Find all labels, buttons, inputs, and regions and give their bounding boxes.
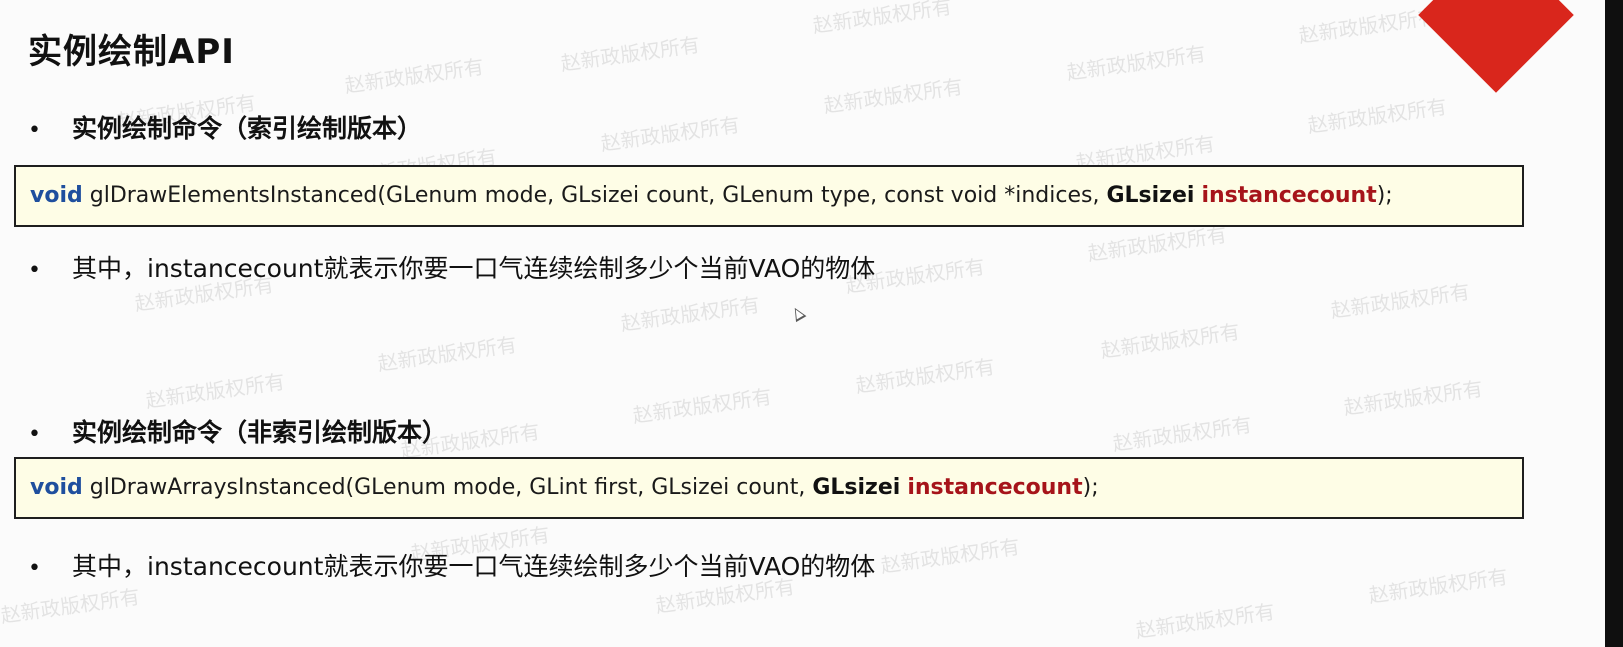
code-keyword: void (30, 183, 83, 208)
section-heading-non-indexed: • 实例绘制命令（非索引绘制版本） (28, 416, 447, 452)
watermark: 赵新政版权所有 (1134, 599, 1277, 643)
watermark: 赵新政版权所有 (559, 32, 702, 76)
code-signature: glDrawElementsInstanced(GLenum mode, GLs… (82, 183, 1107, 208)
watermark: 赵新政版权所有 (619, 292, 762, 336)
code-type: GLsizei (812, 475, 901, 500)
watermark: 赵新政版权所有 (1065, 41, 1208, 85)
note-text: 其中，instancecount就表示你要一口气连续绘制多少个当前VAO的物体 (72, 552, 876, 581)
watermark: 赵新政版权所有 (811, 0, 954, 38)
code-type: GLsizei (1106, 183, 1195, 208)
watermark: 赵新政版权所有 (1099, 319, 1242, 363)
window-edge-strip (1605, 0, 1623, 647)
note-non-indexed: • 其中，instancecount就表示你要一口气连续绘制多少个当前VAO的物体 (28, 550, 875, 586)
watermark: 赵新政版权所有 (343, 54, 486, 98)
code-block-draw-arrays-instanced: void glDrawArraysInstanced(GLenum mode, … (14, 457, 1524, 519)
code-keyword: void (30, 475, 83, 500)
watermark: 赵新政版权所有 (0, 584, 142, 628)
slide: 赵新政版权所有 赵新政版权所有 赵新政版权所有 赵新政版权所有 赵新政版权所有 … (0, 0, 1623, 647)
corner-accent-shape (1418, 0, 1574, 93)
watermark: 赵新政版权所有 (1367, 564, 1510, 608)
code-end: ); (1082, 475, 1099, 500)
note-text: 其中，instancecount就表示你要一口气连续绘制多少个当前VAO的物体 (72, 254, 876, 283)
watermark: 赵新政版权所有 (631, 384, 774, 428)
heading-text: 实例绘制命令（非索引绘制版本） (72, 418, 448, 447)
watermark: 赵新政版权所有 (1342, 376, 1485, 420)
bullet-icon: • (28, 422, 41, 447)
watermark: 赵新政版权所有 (1297, 4, 1440, 48)
watermark: 赵新政版权所有 (376, 332, 519, 376)
slide-title: 实例绘制API (28, 32, 235, 72)
bullet-icon: • (28, 556, 41, 581)
bullet-icon: • (28, 258, 41, 283)
watermark: 赵新政版权所有 (1329, 279, 1472, 323)
watermark: 赵新政版权所有 (1111, 412, 1254, 456)
watermark: 赵新政版权所有 (854, 354, 997, 398)
code-param-highlight: instancecount (907, 475, 1083, 500)
code-block-draw-elements-instanced: void glDrawElementsInstanced(GLenum mode… (14, 165, 1524, 227)
code-end: ); (1376, 183, 1393, 208)
watermark: 赵新政版权所有 (1306, 94, 1449, 138)
watermark: 赵新政版权所有 (879, 534, 1022, 578)
watermark: 赵新政版权所有 (822, 74, 965, 118)
section-heading-indexed: • 实例绘制命令（索引绘制版本） (28, 112, 422, 148)
mouse-cursor-icon (789, 304, 807, 323)
watermark: 赵新政版权所有 (599, 112, 742, 156)
bullet-icon: • (28, 118, 41, 143)
note-indexed: • 其中，instancecount就表示你要一口气连续绘制多少个当前VAO的物体 (28, 252, 875, 288)
watermark: 赵新政版权所有 (144, 369, 287, 413)
heading-text: 实例绘制命令（索引绘制版本） (72, 114, 423, 143)
code-param-highlight: instancecount (1201, 183, 1377, 208)
code-signature: glDrawArraysInstanced(GLenum mode, GLint… (82, 475, 813, 500)
